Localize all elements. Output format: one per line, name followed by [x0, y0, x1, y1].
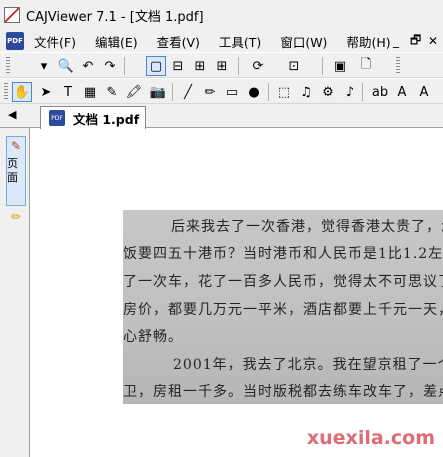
- ocr-icon[interactable]: ✎: [102, 82, 122, 102]
- page-thumbnail-icon: ✎: [10, 139, 22, 153]
- fullscreen-icon[interactable]: ▣: [330, 56, 350, 76]
- rectangle-icon[interactable]: ▭: [222, 82, 242, 102]
- menu-edit[interactable]: 编辑(E): [95, 32, 138, 51]
- single-page-icon[interactable]: ▢: [146, 56, 166, 76]
- text-line: 心舒畅。: [123, 329, 183, 345]
- line-icon[interactable]: ╱: [178, 82, 198, 102]
- facing-page-icon[interactable]: ⊞: [190, 56, 210, 76]
- facing-continuous-icon[interactable]: ⊞: [212, 56, 232, 76]
- text-line: 2001年，我去了北京。我在望京租了一个房子，: [173, 357, 443, 373]
- toolbar-grip[interactable]: [4, 83, 8, 101]
- underline-text-icon[interactable]: A: [414, 82, 434, 102]
- pencil-icon: ✏: [10, 210, 22, 224]
- menu-file[interactable]: 文件(F): [34, 32, 76, 51]
- toolbar-grip[interactable]: [396, 57, 400, 75]
- hand-tool-icon[interactable]: ✋: [12, 82, 32, 102]
- pdf-icon: PDF: [6, 32, 24, 50]
- pdf-file-icon: PDF: [49, 110, 65, 126]
- tab-label: 文档 1.pdf: [73, 111, 140, 127]
- tab-document[interactable]: PDF 文档 1.pdf: [40, 106, 146, 129]
- sidebar-page-label: 页面: [7, 157, 18, 184]
- restore-button[interactable]: 🗗: [410, 30, 421, 52]
- scanned-page-image: 后来我去了一次香港，觉得香港太贵了，怎么 饭要四五十港币？当时港币和人民币是1比…: [123, 210, 443, 404]
- menu-view[interactable]: 查看(V): [157, 32, 200, 51]
- sidebar-annotation-button[interactable]: ✏: [6, 210, 26, 228]
- watermark-text: xuexila.com: [306, 427, 435, 449]
- strike-text-icon[interactable]: A: [392, 82, 412, 102]
- document-tab-strip: ◀ PDF 文档 1.pdf: [0, 104, 443, 129]
- text-line: 了一次车，花了一百多人民币，觉得太不可思议了。: [123, 274, 443, 290]
- sidebar-page-button[interactable]: ✎ 页面: [6, 136, 26, 206]
- text-line: 房价，都要几万元一平米，酒店都要上千元一天，: [123, 302, 443, 318]
- tab-scroll-left-icon[interactable]: ◀: [8, 108, 16, 121]
- search-icon[interactable]: 🔍: [56, 56, 76, 76]
- menu-help[interactable]: 帮助(H): [346, 32, 390, 51]
- text-line: 后来我去了一次香港，觉得香港太贵了，怎么: [171, 219, 443, 235]
- text-highlight-icon[interactable]: ab: [370, 82, 390, 102]
- left-sidebar: ✎ 页面 ✏: [0, 128, 30, 457]
- menu-window[interactable]: 窗口(W): [280, 32, 327, 51]
- undo-icon[interactable]: ↶: [78, 56, 98, 76]
- toolbar-tools: ✋ ➤ T ▦ ✎ 🖍 📷 ╱ ✏ ▭ ● ⬚ ♫ ⚙ ♪ ab A A: [0, 78, 443, 104]
- menu-bar: PDF 文件(F) 编辑(E) 查看(V) 工具(T) 窗口(W) 帮助(H) …: [0, 30, 443, 52]
- select-arrow-icon[interactable]: ➤: [36, 82, 56, 102]
- settings-icon[interactable]: ⚙: [318, 82, 338, 102]
- zoom-icon[interactable]: ⊡: [284, 56, 304, 76]
- pencil-icon[interactable]: ✏: [200, 82, 220, 102]
- window-title: CAJViewer 7.1 - [文档 1.pdf]: [26, 9, 204, 25]
- text-line: 饭要四五十港币？当时港币和人民币是1比1.2左右。: [123, 246, 443, 262]
- redo-icon[interactable]: ↷: [100, 56, 120, 76]
- music-icon[interactable]: ♪: [340, 82, 360, 102]
- toolbar-standard: ▾ 🔍 ↶ ↷ ▢ ⊟ ⊞ ⊞ ⟳ ⊡ ▣ 🗋: [0, 52, 443, 78]
- highlight-icon[interactable]: 🖍: [124, 82, 144, 102]
- image-select-icon[interactable]: ▦: [80, 82, 100, 102]
- toolbar-grip[interactable]: [6, 57, 10, 75]
- title-bar: CAJViewer 7.1 - [文档 1.pdf]: [0, 0, 443, 30]
- camera-icon[interactable]: 📷: [148, 82, 168, 102]
- document-view[interactable]: 后来我去了一次香港，觉得香港太贵了，怎么 饭要四五十港币？当时港币和人民币是1比…: [31, 129, 443, 457]
- new-page-icon[interactable]: 🗋: [356, 56, 376, 76]
- text-line: 卫，房租一千多。当时版税都去练车改车了，差点进: [123, 384, 443, 400]
- link-icon[interactable]: ⬚: [274, 82, 294, 102]
- ellipse-icon[interactable]: ●: [244, 82, 264, 102]
- close-button[interactable]: ✕: [428, 30, 438, 52]
- continuous-page-icon[interactable]: ⊟: [168, 56, 188, 76]
- rotate-icon[interactable]: ⟳: [248, 56, 268, 76]
- text-select-icon[interactable]: T: [58, 82, 78, 102]
- app-icon: [4, 7, 20, 23]
- dropdown-icon[interactable]: ▾: [34, 56, 54, 76]
- menu-tools[interactable]: 工具(T): [219, 32, 261, 51]
- minimize-button[interactable]: _: [393, 30, 399, 52]
- sound-icon[interactable]: ♫: [296, 82, 316, 102]
